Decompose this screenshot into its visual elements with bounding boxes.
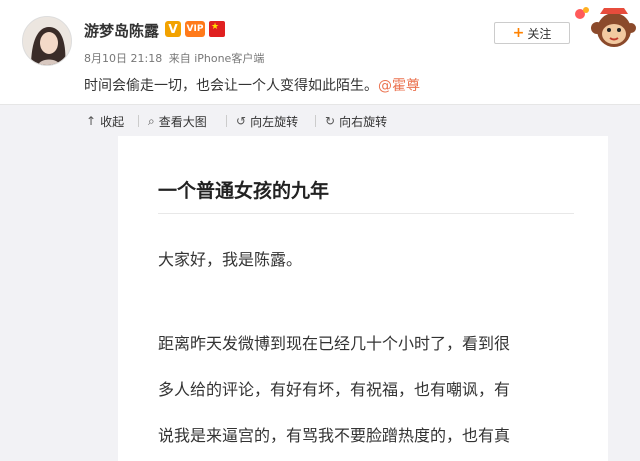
username[interactable]: 游梦岛陈露 (84, 20, 159, 41)
plus-icon: + (512, 25, 525, 41)
collapse-label: 收起 (100, 114, 125, 129)
collapse-button[interactable]: ↑ 收起 (86, 105, 124, 137)
magnifier-icon: ⌕ (148, 113, 155, 128)
post-meta: 8月10日 21:18 来自 iPhone客户端 (84, 50, 264, 66)
article-line: 大家好，我是陈露。 (158, 250, 303, 269)
rotate-left-label: 向左旋转 (250, 114, 299, 129)
toolbar-divider (138, 115, 139, 127)
verified-badge-icon[interactable]: V (165, 21, 181, 37)
monkey-mascot-icon (575, 7, 636, 47)
image-toolbar: ↑ 收起 ⌕ 查看大图 ↺ 向左旋转 ↻ 向右旋转 (0, 104, 640, 137)
rotate-right-icon: ↻ (325, 114, 336, 128)
post-source[interactable]: 来自 iPhone客户端 (169, 52, 265, 65)
avatar-photo (23, 17, 71, 65)
article-line: 多人给的评论，有好有坏，有祝福，也有嘲讽，有 (158, 380, 511, 399)
follow-label: 关注 (527, 26, 552, 41)
avatar[interactable] (22, 16, 72, 66)
user-badges: V VIP (165, 20, 225, 37)
rotate-right-button[interactable]: ↻ 向右旋转 (325, 105, 387, 137)
vip-badge-icon[interactable]: VIP (185, 21, 205, 37)
article-divider (158, 213, 574, 214)
post-time[interactable]: 8月10日 21:18 (84, 52, 162, 65)
article-image[interactable]: 一个普通女孩的九年 大家好，我是陈露。 距离昨天发微博到现在已经几十个小时了，看… (118, 136, 608, 461)
article-line: 距离昨天发微博到现在已经几十个小时了，看到很 (158, 334, 511, 353)
flag-badge-icon[interactable] (209, 20, 225, 37)
toolbar-divider (226, 115, 227, 127)
view-large-button[interactable]: ⌕ 查看大图 (148, 105, 207, 137)
rotate-left-icon: ↺ (236, 114, 247, 128)
mention-link[interactable]: @霍尊 (378, 78, 420, 94)
collapse-arrow-icon: ↑ (86, 114, 97, 128)
article-title: 一个普通女孩的九年 (158, 180, 330, 202)
toolbar-divider (315, 115, 316, 127)
follow-button[interactable]: + 关注 (494, 22, 570, 44)
article-line: 说我是来逼宫的，有骂我不要脸蹭热度的，也有真 (158, 426, 511, 445)
post-text: 时间会偷走一切，也会让一个人变得如此陌生。@霍尊 (84, 75, 420, 95)
view-large-label: 查看大图 (158, 114, 207, 129)
post-body: 时间会偷走一切，也会让一个人变得如此陌生。 (84, 78, 378, 94)
rotate-right-label: 向右旋转 (339, 114, 388, 129)
rotate-left-button[interactable]: ↺ 向左旋转 (236, 105, 298, 137)
